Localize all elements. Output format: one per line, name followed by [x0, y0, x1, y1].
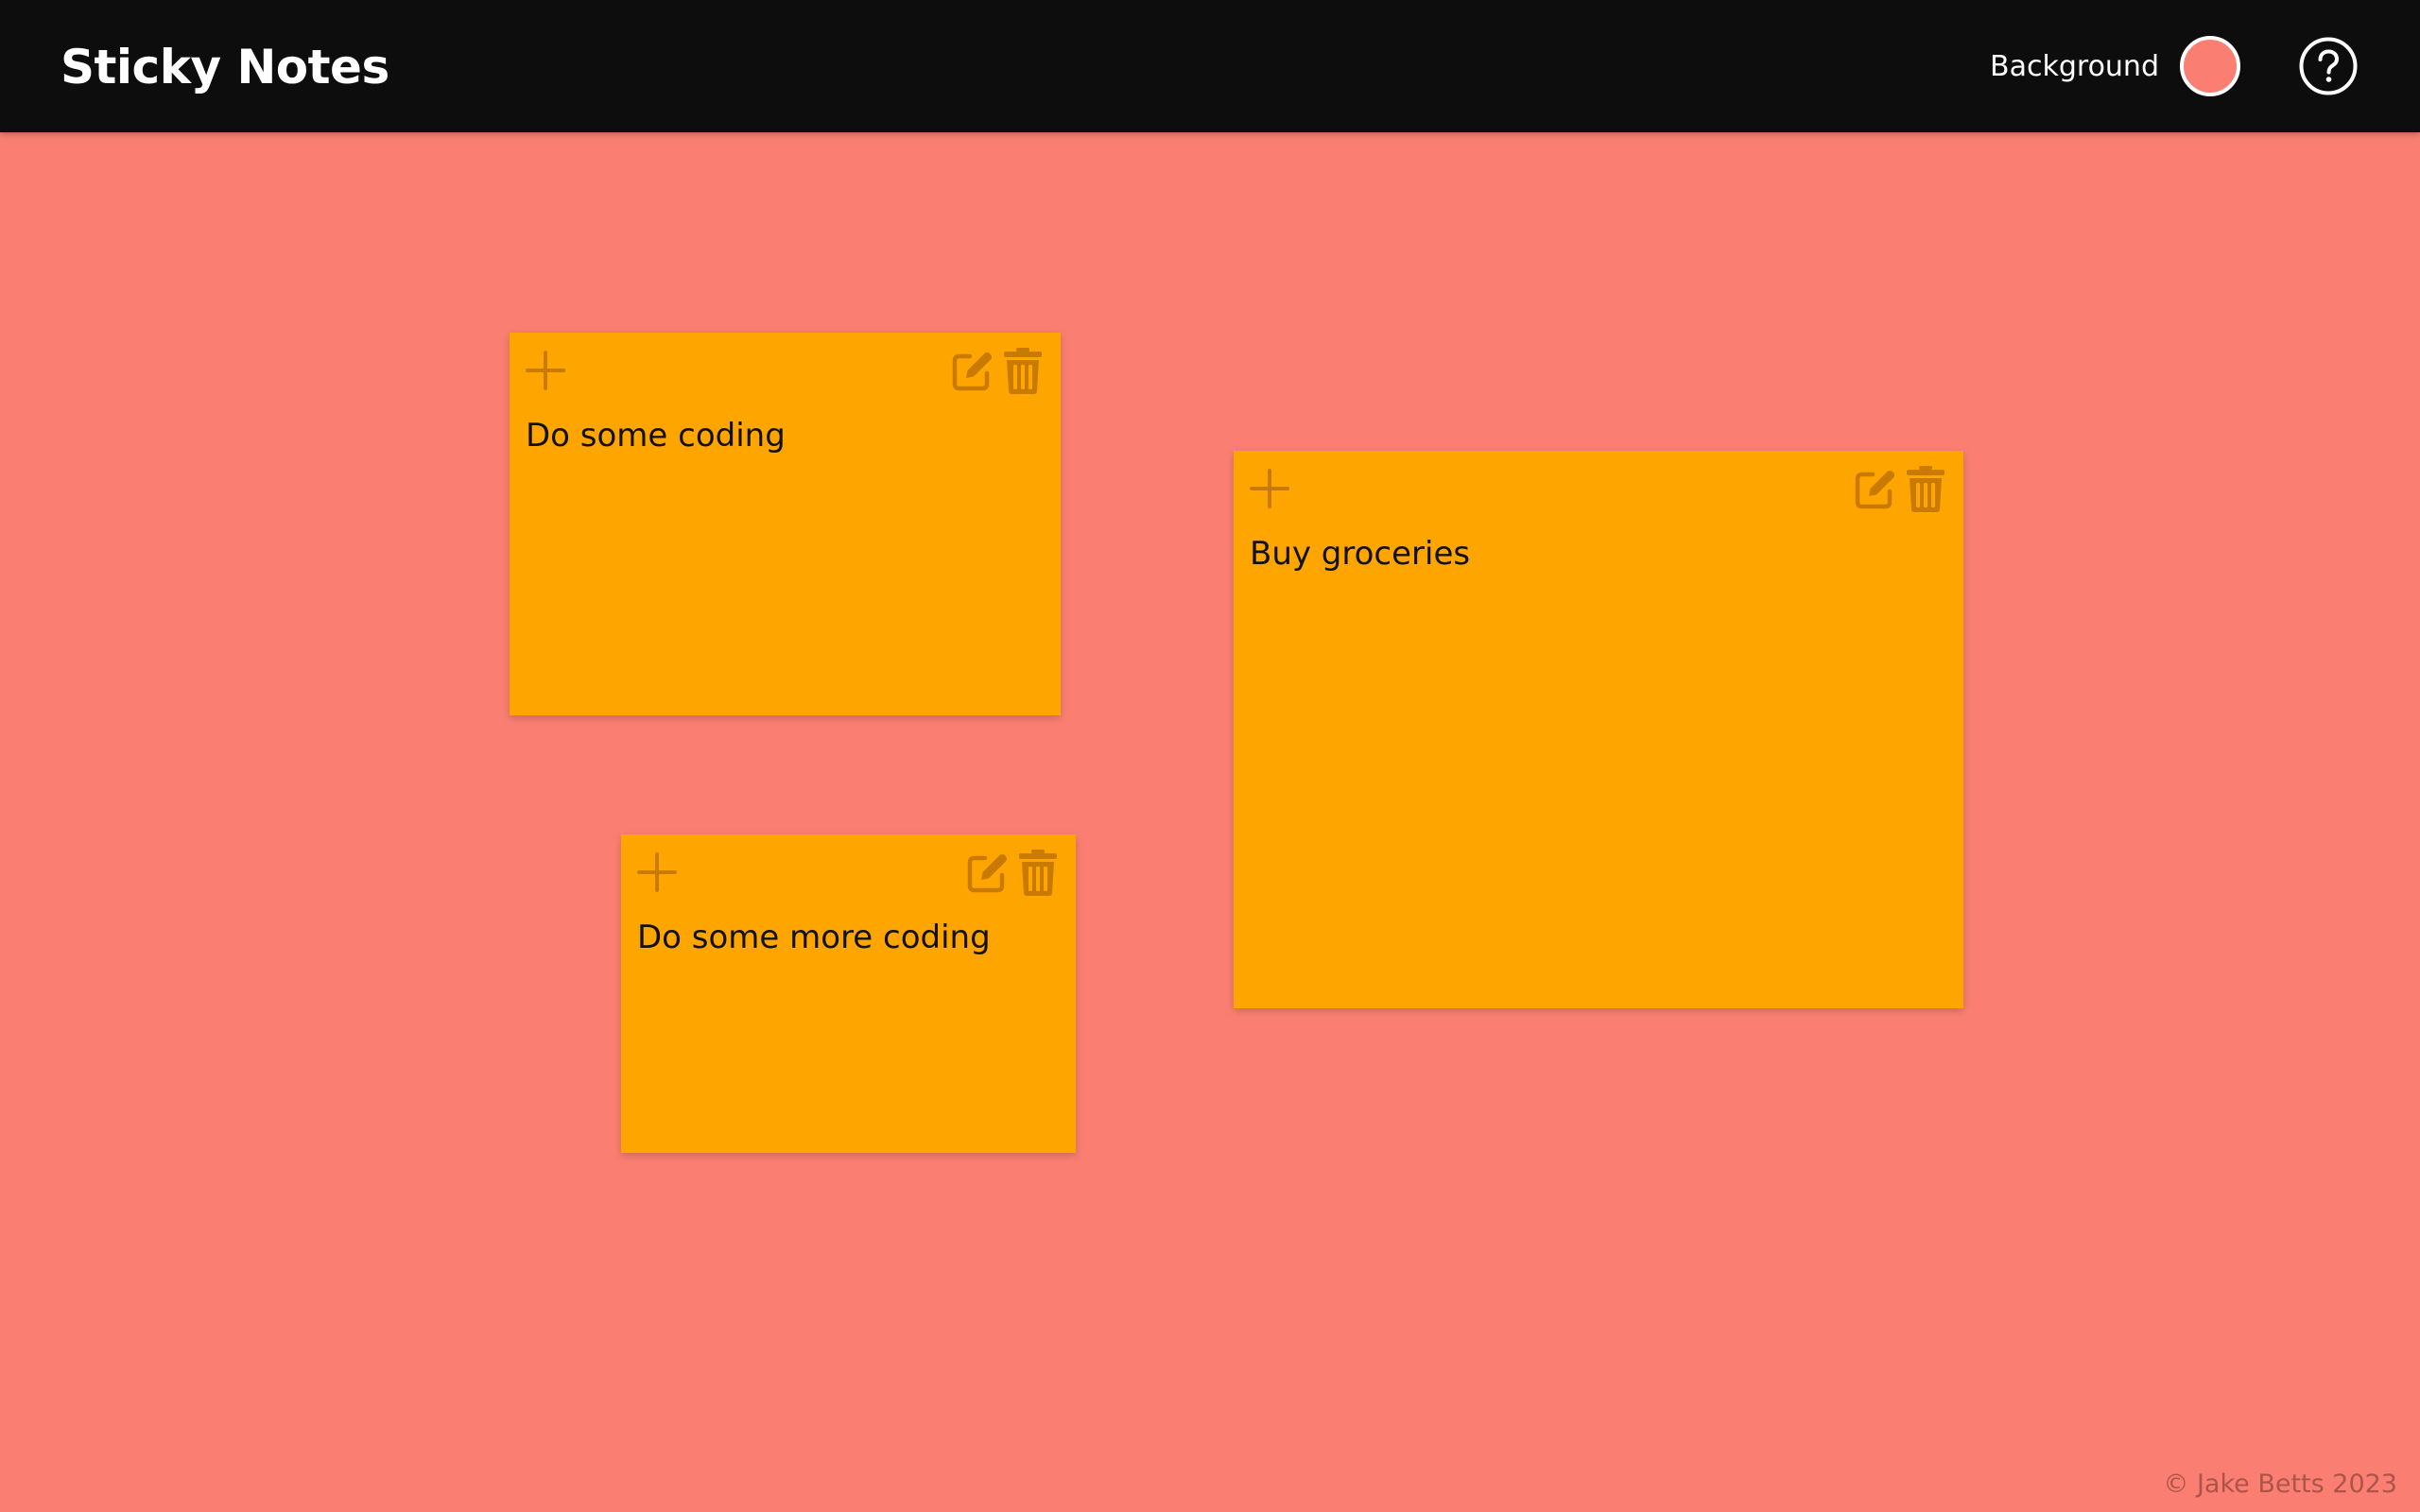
sticky-note[interactable]: Do some coding [510, 333, 1061, 715]
plus-icon [637, 852, 677, 892]
note-text[interactable]: Do some coding [526, 414, 1045, 457]
delete-note-button[interactable] [1901, 464, 1950, 513]
app-title: Sticky Notes [60, 40, 389, 94]
sticky-note[interactable]: Do some more coding [621, 834, 1076, 1153]
edit-icon [1855, 471, 1894, 509]
plus-icon [526, 351, 565, 390]
background-label: Background [1990, 50, 2159, 83]
help-circle-icon [2299, 37, 2358, 95]
note-text[interactable]: Buy groceries [1250, 532, 1947, 576]
plus-icon [1250, 469, 1289, 508]
edit-icon [967, 854, 1007, 893]
delete-note-button[interactable] [998, 346, 1047, 395]
edit-note-button[interactable] [1850, 464, 1899, 513]
sticky-note[interactable]: Buy groceries [1234, 451, 1963, 1008]
trash-icon [1004, 348, 1042, 394]
add-note-button[interactable] [521, 346, 570, 395]
trash-icon [1907, 466, 1945, 512]
footer-copyright: © Jake Betts 2023 [2163, 1469, 2397, 1499]
add-note-button[interactable] [1245, 464, 1294, 513]
edit-note-button[interactable] [947, 346, 996, 395]
add-note-button[interactable] [632, 848, 682, 897]
edit-note-button[interactable] [962, 848, 1011, 897]
help-button[interactable] [2298, 36, 2359, 96]
delete-note-button[interactable] [1013, 848, 1063, 897]
trash-icon [1019, 850, 1057, 896]
background-color-picker[interactable] [2180, 36, 2240, 96]
edit-icon [952, 352, 992, 391]
note-text[interactable]: Do some more coding [637, 916, 1060, 959]
app-header: Sticky Notes Background [0, 0, 2420, 132]
